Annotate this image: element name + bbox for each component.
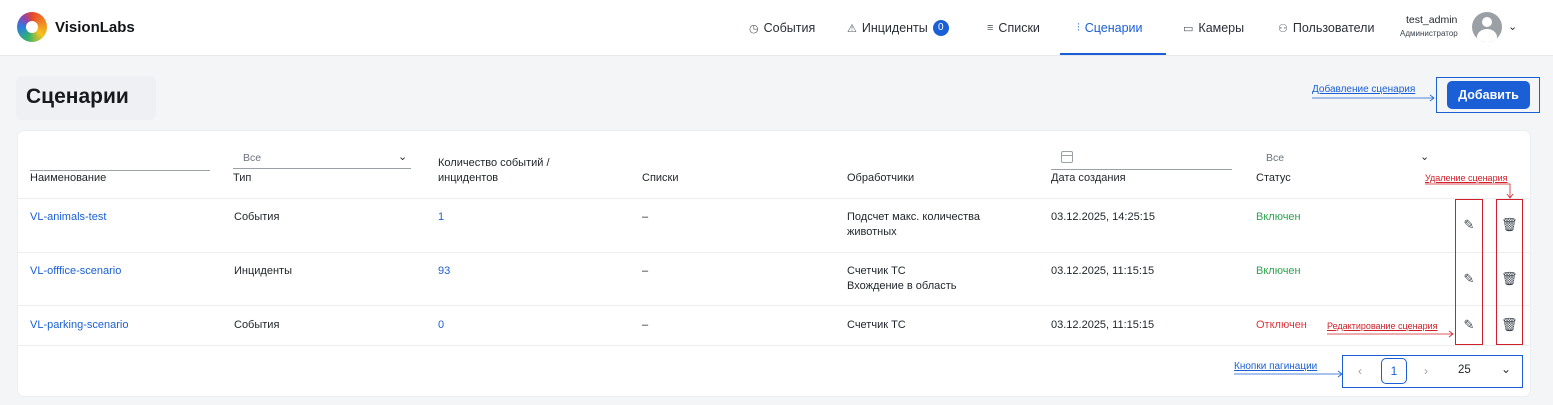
camera-icon: ▭ (1183, 22, 1194, 35)
incidents-count-badge: 0 (932, 20, 949, 36)
nav-item-users[interactable]: ⚇ Пользователи (1278, 0, 1374, 56)
status-filter-select[interactable]: Все (1266, 152, 1284, 164)
avatar[interactable] (1472, 12, 1502, 42)
scenario-handler: животных (847, 226, 897, 238)
table-row-divider (18, 345, 1530, 346)
annotation-box-edit (1455, 199, 1483, 345)
nav-item-label: События (763, 21, 816, 35)
column-header-status[interactable]: Статус (1256, 172, 1291, 184)
chevron-down-icon[interactable]: ⌄ (1420, 150, 1429, 163)
visionlabs-logo-icon (17, 12, 47, 42)
scenario-type: События (234, 319, 280, 331)
column-header-count-line2[interactable]: инцидентов (438, 172, 498, 184)
type-filter-select[interactable]: Все (243, 152, 261, 164)
column-header-type[interactable]: Тип (233, 172, 251, 184)
nav-item-label: Инциденты (861, 21, 928, 35)
active-tab-indicator (1060, 53, 1166, 55)
calendar-icon[interactable] (1061, 151, 1073, 163)
page-title: Сценарии (26, 85, 129, 108)
scenario-name-link[interactable]: VL-offfice-scenario (30, 265, 121, 277)
annotation-box-delete (1496, 199, 1523, 345)
nav-item-label: Сценарии (1084, 21, 1143, 35)
warning-icon: ⚠ (847, 22, 857, 35)
scenario-handler: Счетчик ТС (847, 319, 906, 331)
nav-item-cameras[interactable]: ▭ Камеры (1183, 0, 1244, 56)
column-header-lists[interactable]: Списки (642, 172, 679, 184)
chevron-left-icon[interactable]: ‹ (1354, 364, 1366, 378)
chevron-down-icon[interactable]: ⌄ (1508, 20, 1517, 33)
brand-logo[interactable]: VisionLabs (17, 12, 135, 42)
nav-item-label: Списки (998, 21, 1040, 35)
annotation-arrow-edit (1327, 330, 1454, 338)
nav-item-label: Пользователи (1292, 21, 1375, 35)
nav-item-events[interactable]: ◷ События (749, 0, 815, 56)
scenario-name-link[interactable]: VL-animals-test (30, 211, 106, 223)
scenario-status: Включен (1256, 211, 1301, 223)
scenario-type: События (234, 211, 280, 223)
scenario-lists: – (642, 265, 649, 277)
nav-item-lists[interactable]: ≡ Списки (987, 0, 1040, 56)
column-header-count-line1[interactable]: Количество событий / (438, 157, 550, 169)
scenario-status: Включен (1256, 265, 1301, 277)
scenario-count-link[interactable]: 1 (438, 211, 444, 223)
scenario-created-date: 03.12.2025, 11:15:15 (1051, 319, 1155, 331)
name-filter-input[interactable] (30, 170, 210, 171)
top-navigation-bar: VisionLabs ◷ События ⚠ Инциденты 0 ≡ Спи… (0, 0, 1553, 56)
scenario-lists: – (642, 211, 649, 223)
user-name: test_admin (1406, 14, 1458, 26)
scenario-count-link[interactable]: 0 (438, 319, 444, 331)
table-row-divider (18, 252, 1530, 253)
column-header-handlers[interactable]: Обработчики (847, 172, 914, 184)
nav-item-scenarios[interactable]: ⫶ Сценарии (1077, 0, 1143, 56)
scenario-created-date: 03.12.2025, 11:15:15 (1051, 265, 1155, 277)
annotation-arrow-add (1312, 94, 1435, 102)
scenario-type: Инциденты (234, 265, 292, 277)
annotation-delete-scenario: Удаление сценария (1425, 173, 1508, 183)
table-row-divider (18, 305, 1530, 306)
annotation-arrow-pagination (1234, 370, 1343, 378)
chevron-down-icon[interactable]: ⌄ (1501, 362, 1511, 376)
scenario-handler: Вхождение в область (847, 280, 957, 292)
date-filter-input[interactable] (1051, 169, 1232, 170)
user-role: Администратор (1400, 29, 1458, 38)
nav-item-label: Камеры (1198, 21, 1245, 35)
table-header-divider (18, 198, 1530, 199)
scenario-count-link[interactable]: 93 (438, 265, 450, 277)
add-scenario-button[interactable]: Добавить (1447, 81, 1530, 109)
list-icon: ≡ (987, 22, 994, 34)
nav-item-incidents[interactable]: ⚠ Инциденты 0 (847, 0, 949, 56)
pagination-current-page[interactable]: 1 (1381, 358, 1407, 384)
chevron-down-icon[interactable]: ⌄ (398, 150, 407, 163)
scenarios-table-card (18, 131, 1530, 396)
users-icon: ⚇ (1278, 22, 1288, 35)
scenario-lists: – (642, 319, 649, 331)
sliders-icon: ⫶ (1077, 21, 1080, 34)
annotation-box-pagination (1342, 355, 1523, 388)
clock-icon: ◷ (749, 22, 759, 35)
scenario-status: Отключен (1256, 319, 1307, 331)
scenario-created-date: 03.12.2025, 14:25:15 (1051, 211, 1155, 223)
column-header-created[interactable]: Дата создания (1051, 172, 1126, 184)
scenario-handler: Подсчет макс. количества (847, 211, 980, 223)
column-header-name[interactable]: Наименование (30, 172, 106, 184)
page-size-select[interactable]: 25 (1458, 364, 1471, 376)
type-filter-underline (233, 168, 411, 169)
scenario-handler: Счетчик ТС (847, 265, 906, 277)
scenario-name-link[interactable]: VL-parking-scenario (30, 319, 128, 331)
chevron-right-icon[interactable]: › (1420, 364, 1432, 378)
brand-name: VisionLabs (55, 18, 135, 36)
